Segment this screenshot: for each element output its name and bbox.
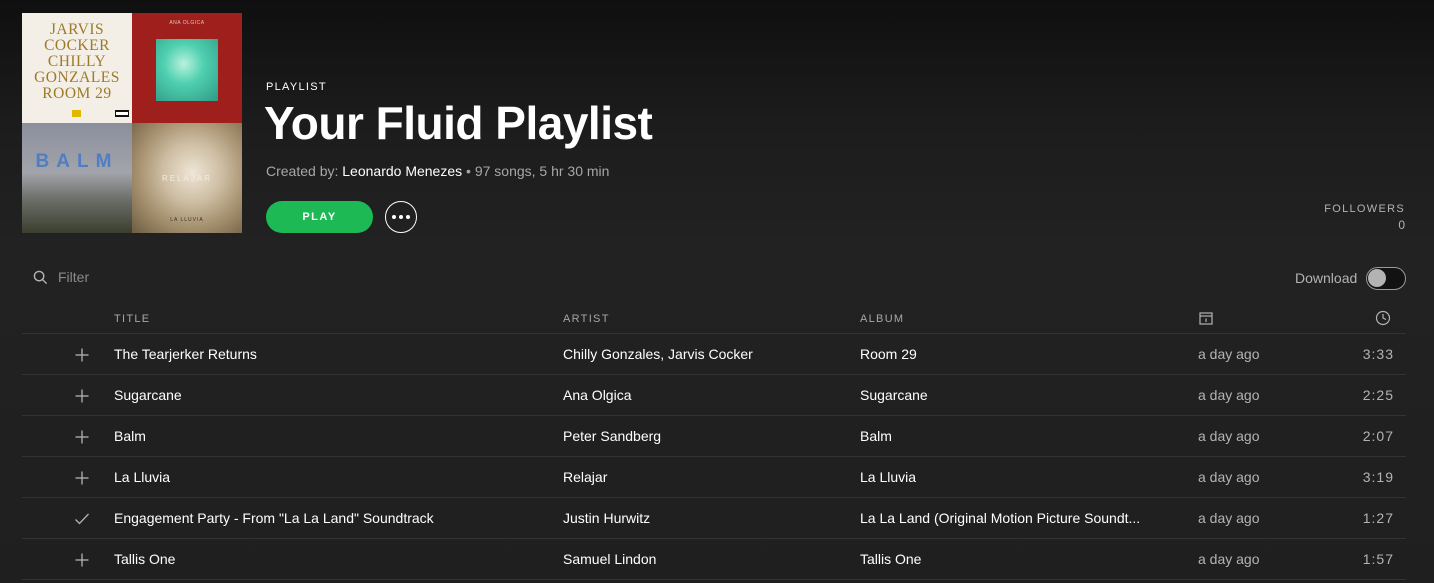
playlist-meta: Created by: Leonardo Menezes • 97 songs,… bbox=[266, 163, 609, 179]
track-date-added: a day ago bbox=[1198, 346, 1260, 362]
search-icon bbox=[33, 270, 48, 284]
table-row[interactable]: Engagement Party - From "La La Land" Sou… bbox=[22, 498, 1406, 539]
calendar-icon bbox=[1199, 312, 1213, 325]
track-artist[interactable]: Peter Sandberg bbox=[563, 428, 661, 444]
add-to-library-icon[interactable] bbox=[74, 347, 90, 363]
track-artist[interactable]: Chilly Gonzales, Jarvis Cocker bbox=[563, 346, 753, 362]
album-art-room-29: JARVIS COCKER CHILLY GONZALES ROOM 29 bbox=[22, 13, 132, 123]
track-title: Engagement Party - From "La La Land" Sou… bbox=[114, 510, 434, 526]
followers-label: FOLLOWERS bbox=[1324, 203, 1405, 215]
owner-link[interactable]: Leonardo Menezes bbox=[342, 163, 462, 179]
filter-input[interactable] bbox=[58, 269, 258, 285]
add-to-library-icon[interactable] bbox=[74, 470, 90, 486]
track-album[interactable]: Room 29 bbox=[860, 346, 917, 362]
download-label: Download bbox=[1295, 270, 1358, 286]
album-art-figure bbox=[156, 39, 218, 101]
track-artist[interactable]: Justin Hurwitz bbox=[563, 510, 650, 526]
track-title: Balm bbox=[114, 428, 146, 444]
playlist-cover: JARVIS COCKER CHILLY GONZALES ROOM 29 AN… bbox=[22, 13, 242, 233]
add-to-library-icon[interactable] bbox=[74, 552, 90, 568]
album-art-text: ANA OLGICA bbox=[169, 20, 205, 26]
track-artist[interactable]: Ana Olgica bbox=[563, 387, 631, 403]
add-to-library-icon[interactable] bbox=[74, 429, 90, 445]
add-to-library-icon[interactable] bbox=[74, 388, 90, 404]
album-art-balm: BALM bbox=[22, 123, 132, 233]
more-dot-icon bbox=[392, 215, 396, 219]
table-header: TITLE ARTIST ALBUM bbox=[22, 303, 1406, 334]
parental-advisory-icon bbox=[115, 110, 129, 117]
track-title: Tallis One bbox=[114, 551, 176, 567]
track-date-added: a day ago bbox=[1198, 387, 1260, 403]
track-date-added: a day ago bbox=[1198, 469, 1260, 485]
track-album[interactable]: La Lluvia bbox=[860, 469, 916, 485]
track-duration: 2:07 bbox=[1362, 428, 1394, 444]
more-dot-icon bbox=[399, 215, 403, 219]
table-row[interactable]: Balm Peter Sandberg Balm a day ago 2:07 bbox=[22, 416, 1406, 457]
table-row[interactable]: Tallis One Samuel Lindon Tallis One a day a… bbox=[22, 539, 1406, 580]
track-album[interactable]: La La Land (Original Motion Picture Soun… bbox=[860, 510, 1140, 526]
followers-count: 0 bbox=[1398, 218, 1405, 232]
track-table: TITLE ARTIST ALBUM The Tearjerker Return… bbox=[22, 303, 1406, 580]
play-button[interactable]: PLAY bbox=[266, 201, 373, 233]
clock-icon bbox=[1375, 310, 1391, 326]
label-logo-icon bbox=[72, 110, 81, 117]
table-row[interactable]: Sugarcane Ana Olgica Sugarcane a day ago 2:2… bbox=[22, 375, 1406, 416]
created-by-label: Created by: bbox=[266, 163, 339, 179]
track-title: La Lluvia bbox=[114, 469, 171, 485]
album-art-la-lluvia: RELAJAR LA LLUVIA bbox=[132, 123, 242, 233]
page-title: Your Fluid Playlist bbox=[264, 97, 653, 149]
track-date-added: a day ago bbox=[1198, 428, 1260, 444]
filter-bar bbox=[33, 269, 258, 285]
track-album[interactable]: Tallis One bbox=[860, 551, 921, 567]
track-list: The Tearjerker Returns Chilly Gonzales, J… bbox=[22, 334, 1406, 580]
album-art-text: RELAJAR bbox=[161, 174, 212, 183]
download-toggle[interactable] bbox=[1366, 267, 1406, 290]
toggle-knob bbox=[1368, 269, 1386, 287]
track-duration: 1:57 bbox=[1362, 551, 1394, 567]
track-album[interactable]: Sugarcane bbox=[860, 387, 928, 403]
playlist-stats: • 97 songs, 5 hr 30 min bbox=[462, 163, 610, 179]
column-header-date-added[interactable] bbox=[1198, 310, 1214, 326]
more-dot-icon bbox=[406, 215, 410, 219]
track-duration: 1:27 bbox=[1362, 510, 1394, 526]
album-art-subtext: LA LLUVIA bbox=[170, 217, 204, 223]
track-artist[interactable]: Relajar bbox=[563, 469, 607, 485]
more-options-button[interactable] bbox=[385, 201, 417, 233]
track-duration: 2:25 bbox=[1362, 387, 1394, 403]
column-header-duration[interactable] bbox=[1375, 310, 1391, 326]
track-duration: 3:33 bbox=[1362, 346, 1394, 362]
table-row[interactable]: The Tearjerker Returns Chilly Gonzales, J… bbox=[22, 334, 1406, 375]
track-date-added: a day ago bbox=[1198, 551, 1260, 567]
track-date-added: a day ago bbox=[1198, 510, 1260, 526]
track-duration: 3:19 bbox=[1362, 469, 1394, 485]
column-header-title[interactable]: TITLE bbox=[114, 313, 150, 325]
track-artist[interactable]: Samuel Lindon bbox=[563, 551, 656, 567]
table-row[interactable]: La Lluvia Relajar La Lluvia a day ago 3:19 bbox=[22, 457, 1406, 498]
saved-check-icon[interactable] bbox=[74, 511, 90, 527]
column-header-artist[interactable]: ARTIST bbox=[563, 313, 610, 325]
track-title: The Tearjerker Returns bbox=[114, 346, 257, 362]
track-album[interactable]: Balm bbox=[860, 428, 892, 444]
column-header-album[interactable]: ALBUM bbox=[860, 313, 904, 325]
album-art-sugarcane: ANA OLGICA bbox=[132, 13, 242, 123]
playlist-type-label: PLAYLIST bbox=[266, 81, 327, 93]
album-art-text: BALM bbox=[35, 151, 119, 172]
album-art-text: JARVIS COCKER CHILLY GONZALES ROOM 29 bbox=[34, 21, 120, 102]
track-title: Sugarcane bbox=[114, 387, 182, 403]
